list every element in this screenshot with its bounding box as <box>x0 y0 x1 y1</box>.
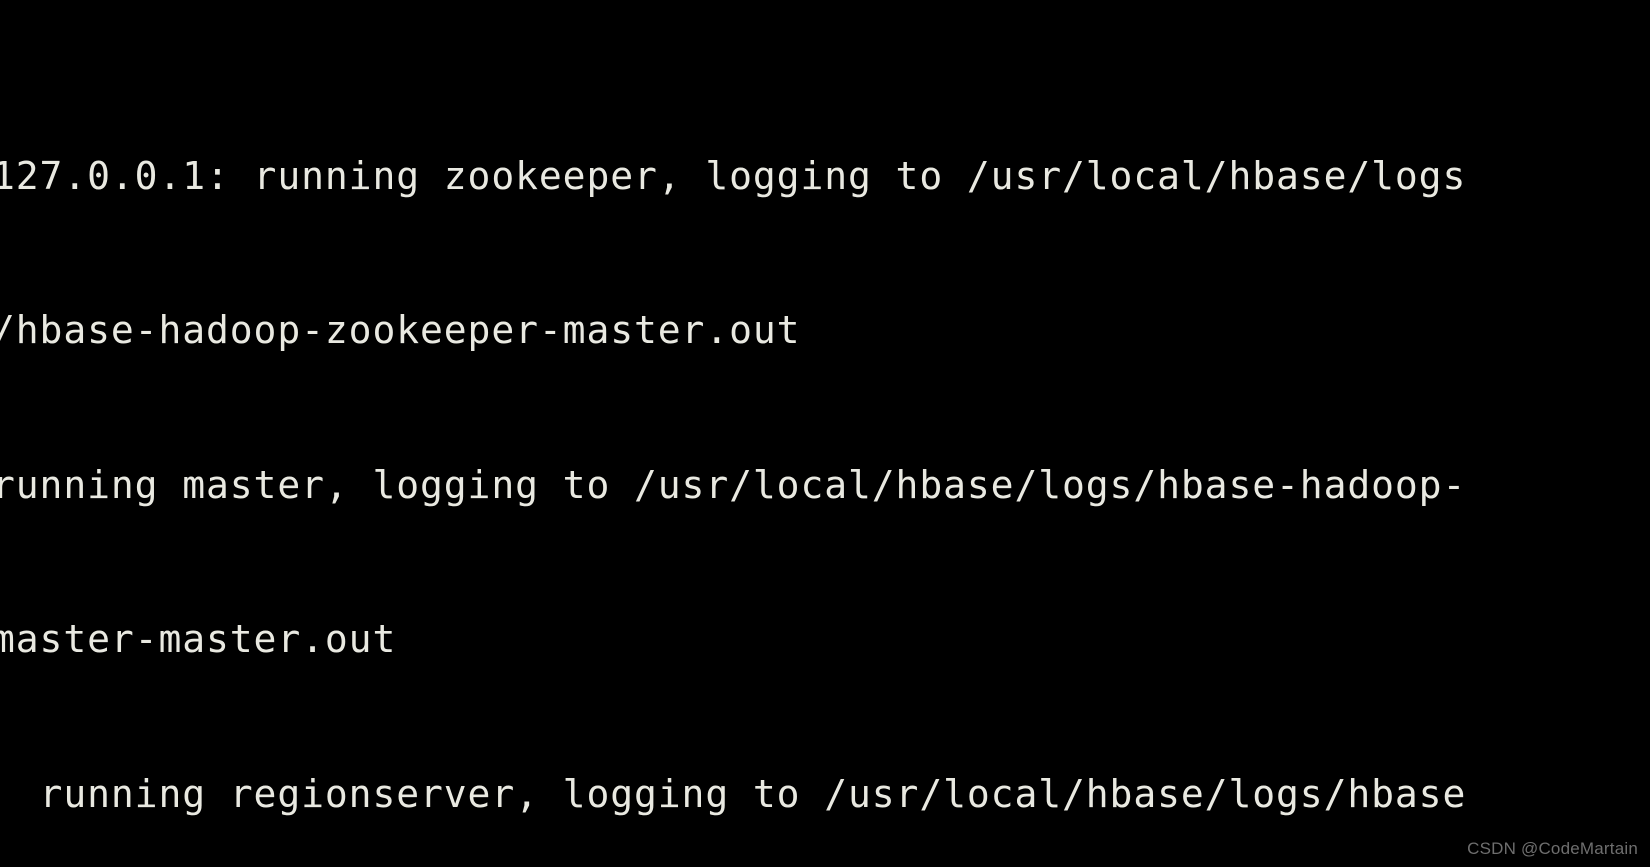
terminal-line-text: 127.0.0.1: running zookeeper, logging to… <box>0 153 1467 198</box>
terminal-screen[interactable]: 127.0.0.1: running zookeeper, logging to… <box>0 0 1650 867</box>
terminal-line-text: running master, logging to /usr/local/hb… <box>0 462 1467 507</box>
terminal-line: master-master.out <box>0 614 1650 666</box>
terminal-line: 127.0.0.1: running zookeeper, logging to… <box>0 151 1650 203</box>
terminal-line: running master, logging to /usr/local/hb… <box>0 460 1650 512</box>
terminal-output[interactable]: 127.0.0.1: running zookeeper, logging to… <box>0 0 1650 867</box>
terminal-line: running regionserver, logging to /usr/lo… <box>0 769 1650 821</box>
terminal-line-text: running regionserver, logging to /usr/lo… <box>0 771 1467 816</box>
terminal-line-text: master-master.out <box>0 617 397 661</box>
watermark: CSDN @CodeMartain <box>1467 839 1638 858</box>
terminal-line-text: /hbase-hadoop-zookeeper-master.out <box>0 308 801 352</box>
terminal-line: /hbase-hadoop-zookeeper-master.out <box>0 305 1650 357</box>
